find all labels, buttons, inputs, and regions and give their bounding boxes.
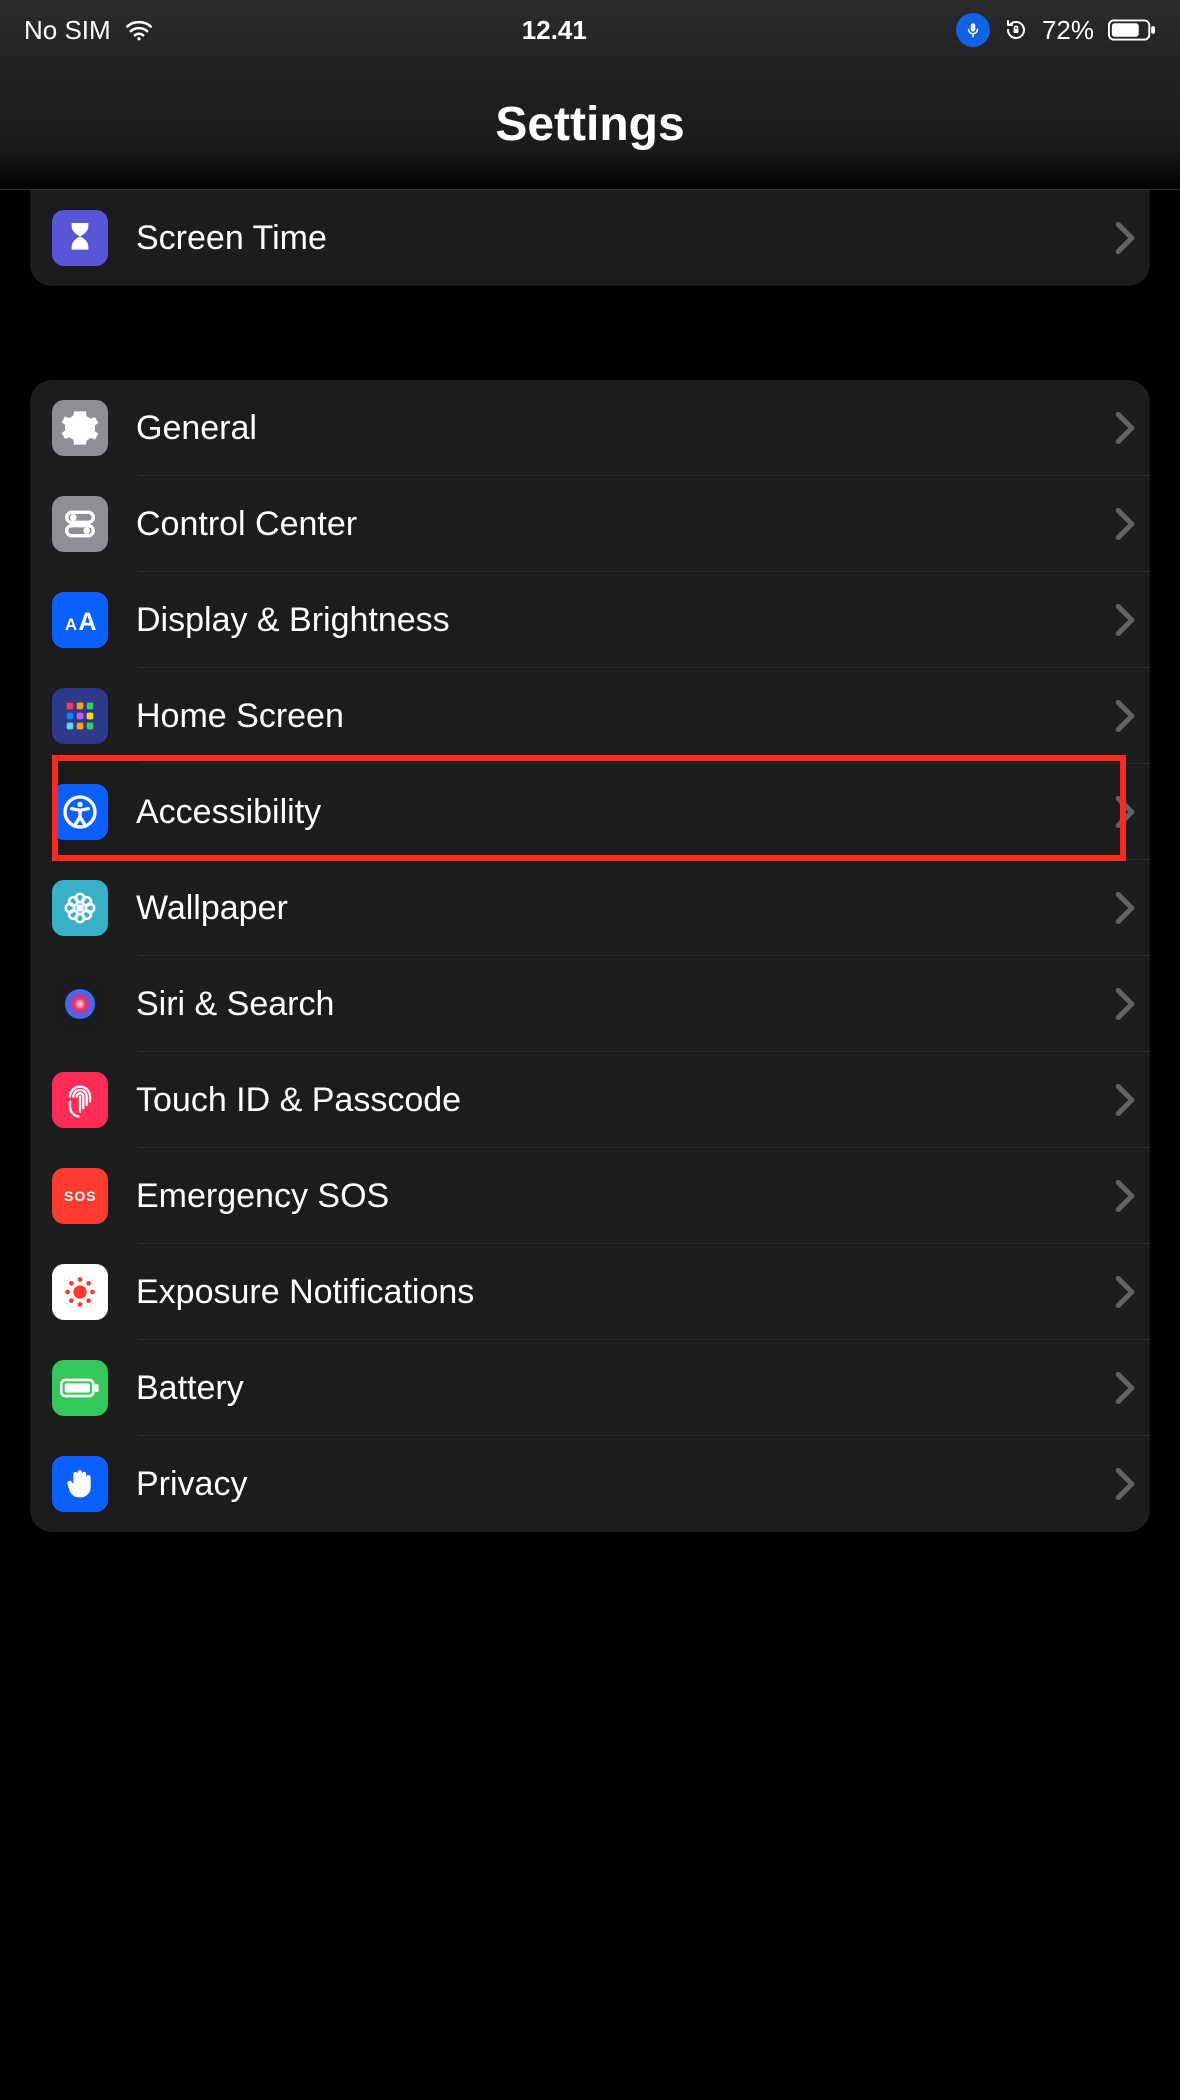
row-accessibility[interactable]: Accessibility: [30, 764, 1150, 860]
row-label: Control Center: [108, 505, 1100, 544]
svg-text:SOS: SOS: [64, 1188, 97, 1204]
chevron-right-icon: [1100, 221, 1150, 255]
row-screen-time[interactable]: Screen Time: [30, 190, 1150, 286]
row-emergency-sos[interactable]: SOS Emergency SOS: [30, 1148, 1150, 1244]
row-label: Accessibility: [108, 793, 1100, 832]
row-label: Emergency SOS: [108, 1177, 1100, 1216]
row-battery[interactable]: Battery: [30, 1340, 1150, 1436]
chevron-right-icon: [1100, 1275, 1150, 1309]
chevron-right-icon: [1100, 507, 1150, 541]
row-siri-search[interactable]: Siri & Search: [30, 956, 1150, 1052]
microphone-indicator-icon: [956, 13, 990, 47]
settings-list[interactable]: Screen Time General Control Cent: [0, 190, 1180, 1532]
siri-icon: [52, 976, 108, 1032]
orientation-lock-icon: [1004, 18, 1028, 42]
exposure-icon: [52, 1264, 108, 1320]
battery-percent-label: 72%: [1042, 15, 1094, 46]
accessibility-icon: [52, 784, 108, 840]
settings-group-screentime: Screen Time: [30, 190, 1150, 286]
status-bar-left: No SIM: [24, 15, 153, 46]
row-label: Battery: [108, 1369, 1100, 1408]
row-home-screen[interactable]: Home Screen: [30, 668, 1150, 764]
chevron-right-icon: [1100, 795, 1150, 829]
row-label: Display & Brightness: [108, 601, 1100, 640]
hourglass-icon: [52, 210, 108, 266]
home-grid-icon: [52, 688, 108, 744]
battery-full-icon: [52, 1360, 108, 1416]
row-label: Exposure Notifications: [108, 1273, 1100, 1312]
toggles-icon: [52, 496, 108, 552]
status-bar: No SIM 12.41 72%: [0, 0, 1180, 60]
row-display-brightness[interactable]: A A Display & Brightness: [30, 572, 1150, 668]
wifi-icon: [125, 19, 153, 41]
row-label: Home Screen: [108, 697, 1100, 736]
group-spacer: [30, 286, 1150, 380]
hand-icon: [52, 1456, 108, 1512]
row-label: Touch ID & Passcode: [108, 1081, 1100, 1120]
battery-icon: [1108, 18, 1156, 42]
gear-icon: [52, 400, 108, 456]
row-privacy[interactable]: Privacy: [30, 1436, 1150, 1532]
row-label: Wallpaper: [108, 889, 1100, 928]
chevron-right-icon: [1100, 603, 1150, 637]
flower-icon: [52, 880, 108, 936]
chevron-right-icon: [1100, 1179, 1150, 1213]
row-exposure-notifications[interactable]: Exposure Notifications: [30, 1244, 1150, 1340]
settings-group-main: General Control Center A A: [30, 380, 1150, 1532]
row-label: General: [108, 409, 1100, 448]
svg-text:A: A: [65, 615, 77, 634]
row-label: Privacy: [108, 1465, 1100, 1504]
nav-bar: Settings: [0, 60, 1180, 190]
svg-text:A: A: [78, 608, 96, 636]
text-size-icon: A A: [52, 592, 108, 648]
row-label: Screen Time: [108, 219, 1100, 258]
row-control-center[interactable]: Control Center: [30, 476, 1150, 572]
carrier-label: No SIM: [24, 15, 111, 46]
chevron-right-icon: [1100, 1371, 1150, 1405]
clock-label: 12.41: [522, 15, 587, 46]
fingerprint-icon: [52, 1072, 108, 1128]
status-bar-right: 72%: [956, 13, 1156, 47]
chevron-right-icon: [1100, 411, 1150, 445]
row-label: Siri & Search: [108, 985, 1100, 1024]
chevron-right-icon: [1100, 699, 1150, 733]
row-general[interactable]: General: [30, 380, 1150, 476]
chevron-right-icon: [1100, 987, 1150, 1021]
chevron-right-icon: [1100, 1467, 1150, 1501]
chevron-right-icon: [1100, 891, 1150, 925]
sos-icon: SOS: [52, 1168, 108, 1224]
page-title: Settings: [495, 97, 684, 152]
row-wallpaper[interactable]: Wallpaper: [30, 860, 1150, 956]
row-touch-id[interactable]: Touch ID & Passcode: [30, 1052, 1150, 1148]
chevron-right-icon: [1100, 1083, 1150, 1117]
